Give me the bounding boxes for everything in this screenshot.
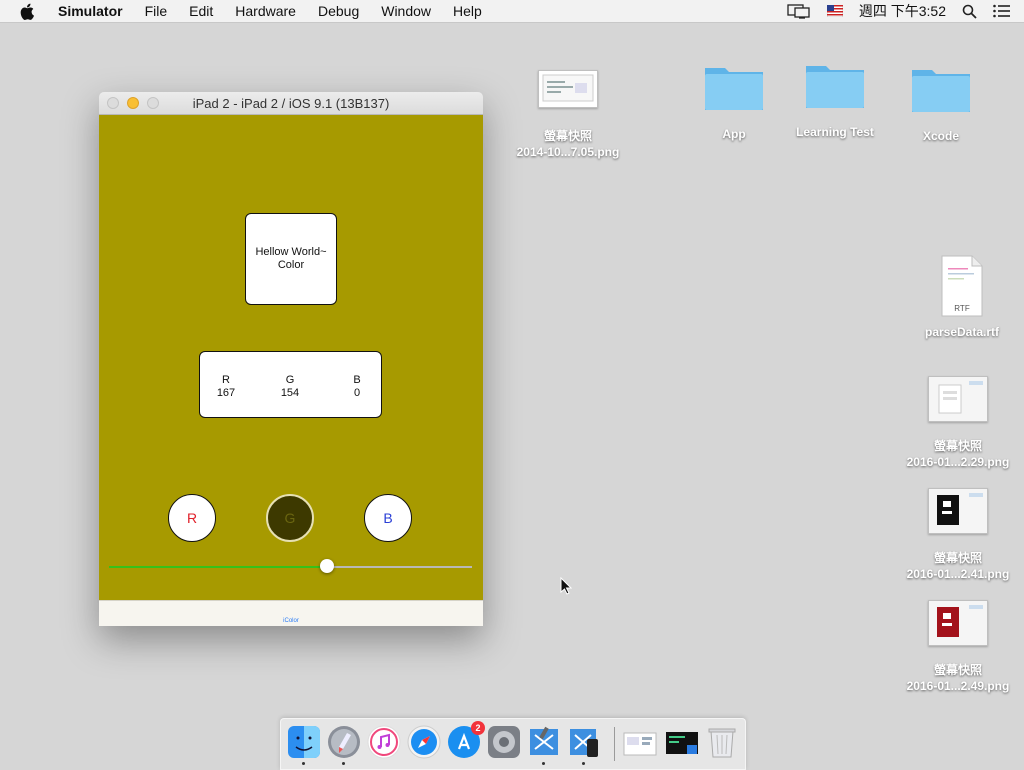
dock-trash-icon[interactable]: [705, 725, 739, 759]
apple-menu-icon[interactable]: [20, 2, 36, 20]
desktop-icon-label: 螢幕快照: [933, 551, 982, 565]
dock-stack-terminal-icon[interactable]: [665, 725, 699, 759]
folder-icon: [804, 58, 866, 110]
screenshot-thumbnail-icon: [928, 600, 988, 646]
dock-separator: [614, 727, 615, 761]
screenshot-thumbnail-icon: [928, 376, 988, 422]
desktop-icon-label: 螢幕快照: [543, 129, 592, 143]
desktop-file-parsedata-rtf[interactable]: RTF parseData.rtf: [912, 254, 1012, 340]
window-minimize-button[interactable]: [127, 97, 139, 109]
red-channel-button[interactable]: R: [168, 494, 216, 542]
slider-track-filled[interactable]: [109, 566, 327, 568]
hello-label-box: Hellow World~ Color: [245, 213, 337, 305]
rgb-column-g: G 154: [275, 374, 305, 400]
notification-badge: 2: [471, 721, 485, 735]
g-label: G: [285, 374, 295, 386]
desktop-icon-label: Xcode: [922, 129, 959, 143]
desktop-icon-label: 螢幕快照: [933, 439, 982, 453]
menu-file[interactable]: File: [134, 0, 179, 22]
ipad-tab-bar: iColor: [99, 600, 483, 626]
menu-bar: Simulator File Edit Hardware Debug Windo…: [0, 0, 1024, 23]
display-mirroring-icon[interactable]: [787, 3, 811, 19]
r-value: 167: [216, 387, 236, 399]
screenshot-thumbnail-icon: [928, 488, 988, 534]
running-indicator: [542, 762, 545, 765]
color-slider-thumb[interactable]: [319, 559, 334, 573]
running-indicator: [342, 762, 345, 765]
desktop-screenshot-2016-249[interactable]: 螢幕快照 2016-01...2.49.png: [898, 600, 1018, 694]
hello-text-line1: Hellow World~: [255, 246, 327, 258]
desktop-screenshot-2014[interactable]: 螢幕快照 2014-10...7.05.png: [508, 70, 628, 160]
r-label: R: [222, 374, 230, 386]
desktop-screenshot-2016-241[interactable]: 螢幕快照 2016-01...2.41.png: [898, 488, 1018, 582]
dock-itunes-icon[interactable]: [367, 725, 401, 759]
menu-window[interactable]: Window: [370, 0, 442, 22]
desktop-folder-xcode[interactable]: Xcode: [904, 62, 978, 144]
rgb-column-r: R 167: [211, 374, 241, 400]
dock-simulator-icon[interactable]: [567, 725, 601, 765]
folder-icon: [910, 62, 972, 114]
dock-app-store-icon[interactable]: 2: [447, 721, 485, 759]
rgb-values-box: R 167 G 154 B 0: [199, 351, 382, 418]
ipad-screen: Hellow World~ Color R 167 G 154 B 0 R G …: [99, 115, 483, 601]
slider-track-empty[interactable]: [326, 566, 472, 568]
dock-system-preferences-icon[interactable]: [487, 725, 521, 759]
blue-channel-button[interactable]: B: [364, 494, 412, 542]
dock: 2: [280, 718, 746, 770]
status-area: 週四 下午3:52: [779, 0, 1024, 22]
window-title: iPad 2 - iPad 2 / iOS 9.1 (13B137): [192, 95, 390, 111]
screenshot-thumbnail-icon: [538, 70, 598, 108]
dock-stack-screenshots-icon[interactable]: [623, 725, 657, 759]
hello-text-line2: Color: [277, 259, 305, 271]
desktop-icon-label: parseData.rtf: [924, 325, 1000, 339]
desktop-folder-app[interactable]: App: [697, 60, 771, 142]
running-indicator: [302, 762, 305, 765]
desktop-icon-label: 螢幕快照: [933, 663, 982, 677]
spotlight-search-icon[interactable]: [962, 4, 977, 19]
menu-hardware[interactable]: Hardware: [224, 0, 307, 22]
notification-center-icon[interactable]: [993, 4, 1010, 18]
window-titlebar[interactable]: iPad 2 - iPad 2 / iOS 9.1 (13B137): [99, 92, 483, 115]
desktop-screenshot-2016-229[interactable]: 螢幕快照 2016-01...2.29.png: [898, 376, 1018, 470]
menu-edit[interactable]: Edit: [178, 0, 224, 22]
green-channel-button[interactable]: G: [266, 494, 314, 542]
mouse-pointer-icon: [560, 576, 573, 598]
menu-debug[interactable]: Debug: [307, 0, 370, 22]
desktop-icon-label: App: [722, 127, 746, 141]
dock-finder-icon[interactable]: [287, 725, 321, 765]
b-label: B: [353, 374, 361, 386]
rgb-column-b: B 0: [342, 374, 372, 400]
window-close-button[interactable]: [107, 97, 119, 109]
simulator-window: iPad 2 - iPad 2 / iOS 9.1 (13B137) Hello…: [99, 92, 483, 626]
desktop-icon-label: 2016-01...2.41.png: [906, 567, 1010, 581]
desktop-icon-label: 2014-10...7.05.png: [516, 145, 620, 159]
rtf-badge-text: RTF: [954, 304, 970, 313]
dock-safari-icon[interactable]: [407, 725, 441, 759]
menu-simulator[interactable]: Simulator: [48, 0, 134, 22]
tab-icolor[interactable]: iColor: [99, 618, 483, 624]
dock-launchpad-icon[interactable]: [327, 725, 361, 765]
folder-icon: [703, 60, 765, 112]
g-value: 154: [280, 387, 300, 399]
window-zoom-button[interactable]: [147, 97, 159, 109]
desktop-icon-label: 2016-01...2.49.png: [906, 679, 1010, 693]
desktop-icon-label: 2016-01...2.29.png: [906, 455, 1010, 469]
desktop-icon-label: Learning Test: [796, 125, 874, 139]
menu-clock[interactable]: 週四 下午3:52: [859, 1, 946, 21]
b-value: 0: [353, 387, 361, 399]
menu-help[interactable]: Help: [442, 0, 493, 22]
us-flag-input-icon[interactable]: [826, 5, 843, 17]
rtf-document-icon: RTF: [938, 254, 986, 318]
dock-xcode-icon[interactable]: [527, 725, 561, 765]
desktop-folder-learning-test[interactable]: Learning Test: [788, 58, 882, 140]
running-indicator: [582, 762, 585, 765]
